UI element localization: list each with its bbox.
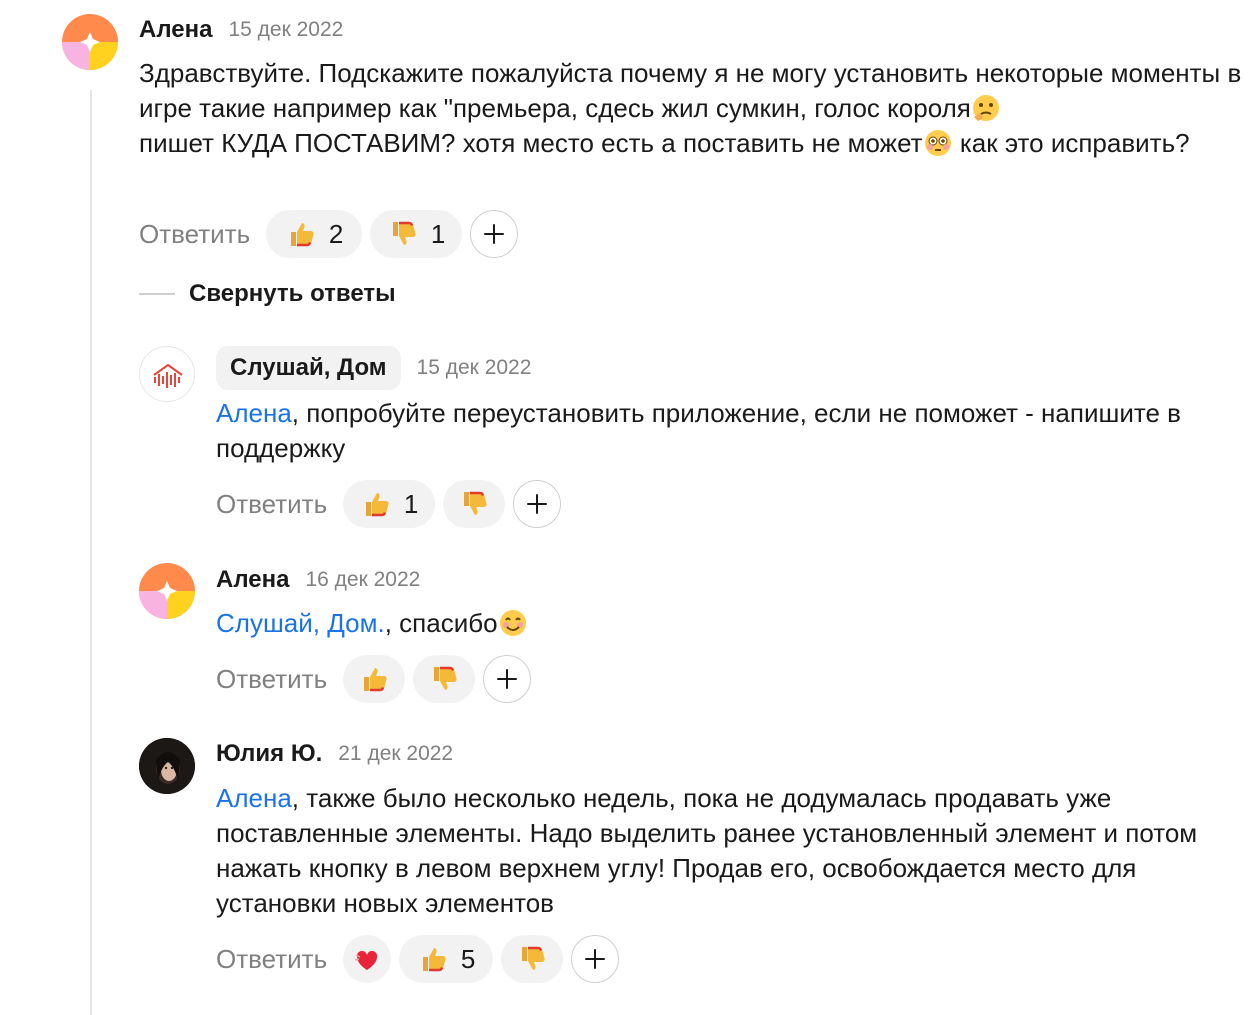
thumbs-down-icon	[387, 218, 419, 250]
thumbs-down-icon	[428, 663, 460, 695]
thread-line	[90, 90, 92, 1015]
comment-actions: Ответить 1	[216, 480, 562, 528]
comment-header: Алена 16 дек 2022	[216, 566, 420, 594]
thumbs-down-icon	[516, 943, 548, 975]
collapse-replies-label: Свернуть ответы	[189, 280, 396, 307]
dislike-count: 1	[430, 218, 446, 249]
plus-icon	[483, 223, 505, 245]
reply-button[interactable]: Ответить	[216, 489, 327, 520]
author-name[interactable]: Алена	[216, 566, 289, 594]
dislike-button[interactable]	[413, 655, 476, 703]
comment-actions: Ответить 5	[216, 935, 620, 983]
comment-text: Слушай, Дом., спасибо	[216, 606, 1216, 641]
mention-link[interactable]: Алена	[216, 783, 292, 813]
reply-button[interactable]: Ответить	[139, 219, 250, 250]
comment-text: Здравствуйте. Подскажите пожалуйста поче…	[139, 58, 1242, 158]
user-photo-avatar-icon[interactable]	[139, 738, 195, 794]
mention-link[interactable]: Слушай, Дом.	[216, 608, 385, 638]
dislike-button[interactable]	[501, 935, 564, 983]
house-soundwave-logo-icon[interactable]	[139, 346, 195, 402]
reply-button[interactable]: Ответить	[216, 944, 327, 975]
plus-icon	[584, 948, 606, 970]
collapse-replies-button[interactable]: Свернуть ответы	[139, 280, 396, 308]
author-name[interactable]: Юлия Ю.	[216, 740, 322, 768]
plus-icon	[496, 668, 518, 690]
orange-pink-yellow-avatar-icon[interactable]	[62, 14, 118, 70]
mention-link[interactable]: Алена	[216, 398, 292, 428]
comment-actions: Ответить 2 1	[139, 210, 519, 258]
orange-pink-yellow-avatar-icon[interactable]	[139, 563, 195, 619]
comment-date: 15 дек 2022	[416, 356, 532, 379]
like-button[interactable]	[343, 655, 406, 703]
add-reaction-button[interactable]	[571, 935, 620, 983]
add-reaction-button[interactable]	[470, 210, 519, 258]
comment-header: Алена 15 дек 2022	[139, 16, 343, 44]
reply-button[interactable]: Ответить	[216, 664, 327, 695]
author-name[interactable]: Слушай, Дом	[216, 346, 401, 390]
collapse-dash	[139, 293, 175, 295]
plus-icon	[526, 493, 548, 515]
thinking-face-icon	[971, 93, 1001, 123]
comment-date: 16 дек 2022	[305, 568, 421, 591]
comment-text: Алена, также было несколько недель, пока…	[216, 783, 1198, 918]
add-reaction-button[interactable]	[483, 655, 532, 703]
smiling-face-icon	[498, 608, 528, 638]
thumbs-down-icon	[458, 488, 490, 520]
thumbs-up-icon	[360, 488, 392, 520]
like-count: 2	[328, 218, 344, 249]
flushed-face-icon	[923, 128, 953, 158]
comment-header: Юлия Ю. 21 дек 2022	[216, 740, 453, 768]
like-button[interactable]: 5	[399, 935, 494, 983]
dislike-button[interactable]: 1	[370, 210, 463, 258]
comment-text: Алена, попробуйте переустановить приложе…	[216, 398, 1181, 463]
comment-date: 21 дек 2022	[338, 742, 454, 765]
like-count: 5	[460, 943, 476, 974]
author-name[interactable]: Алена	[139, 16, 212, 44]
thumbs-up-icon	[285, 218, 317, 250]
heart-reaction-button[interactable]	[343, 935, 392, 983]
like-count: 1	[403, 488, 419, 519]
like-button[interactable]: 1	[343, 480, 436, 528]
thumbs-up-icon	[358, 663, 390, 695]
heart-icon	[354, 950, 378, 970]
add-reaction-button[interactable]	[513, 480, 562, 528]
dislike-button[interactable]	[443, 480, 506, 528]
comment-actions: Ответить	[216, 655, 532, 703]
thumbs-up-icon	[417, 943, 449, 975]
like-button[interactable]: 2	[266, 210, 363, 258]
comment-header: Слушай, Дом 15 дек 2022	[216, 346, 531, 390]
comment-date: 15 дек 2022	[228, 18, 344, 41]
